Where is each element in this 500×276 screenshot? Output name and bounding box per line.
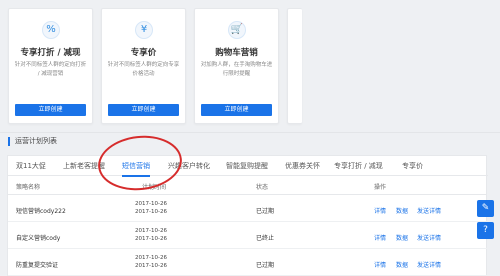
table-row: 自定义营销cody 2017-10-26 2017-10-26 已终止 详情 数… xyxy=(8,223,488,249)
send-detail-link[interactable]: 发送详情 xyxy=(417,206,441,215)
data-link[interactable]: 数据 xyxy=(396,206,408,215)
edit-icon[interactable]: ✎ xyxy=(477,200,494,217)
detail-link[interactable]: 详情 xyxy=(374,233,386,242)
row-name: 自定义营销cody xyxy=(16,235,61,242)
tab-double11[interactable]: 双11大促 xyxy=(16,156,46,176)
row-time-start: 2017-10-26 xyxy=(135,228,167,234)
row-status: 已过期 xyxy=(256,262,275,269)
card-cart-marketing: 🛒 购物车营销 对加购人群，在手淘购物车进行限时提醒 立即创建 xyxy=(194,8,279,124)
table-row: 短信营销cody222 2017-10-26 2017-10-26 已过期 详情… xyxy=(8,196,488,222)
tab-interest-conversion[interactable]: 兴趣客户转化 xyxy=(168,156,210,176)
column-header-time: 计划时间 xyxy=(142,184,167,191)
help-icon[interactable]: ? xyxy=(477,222,494,239)
column-header-status: 状态 xyxy=(256,184,269,191)
data-link[interactable]: 数据 xyxy=(396,233,408,242)
detail-link[interactable]: 详情 xyxy=(374,206,386,215)
card-exclusive-price: ¥ 专享价 针对不同标签人群的定向专享价格活动 立即创建 xyxy=(101,8,186,124)
card-title: 专享价 xyxy=(130,48,157,58)
card-title: 购物车营销 xyxy=(215,48,258,58)
header-divider xyxy=(8,194,486,195)
tab-sms-marketing[interactable]: 短信营销 xyxy=(122,156,150,177)
card-description: 对加购人群，在手淘购物车进行限时提醒 xyxy=(200,62,273,77)
row-name: 防重复提交验证 xyxy=(16,262,59,269)
row-time-end: 2017-10-26 xyxy=(135,263,167,269)
tab-bar: 双11大促 上新老客提醒 短信营销 兴趣客户转化 智能复购提醒 优惠券关怀 专享… xyxy=(8,156,488,177)
card-partial xyxy=(287,8,302,124)
card-title: 专享打折 / 减现 xyxy=(20,48,81,58)
table-row: 防重复提交验证 2017-10-26 2017-10-26 已过期 详情 数据 … xyxy=(8,250,488,276)
row-time-start: 2017-10-26 xyxy=(135,201,167,207)
column-header-actions: 操作 xyxy=(374,184,387,191)
send-detail-link[interactable]: 发送详情 xyxy=(417,233,441,242)
card-exclusive-discount: % 专享打折 / 减现 针对不同标签人群的定向打折 / 减现营销 立即创建 xyxy=(8,8,93,124)
row-time-end: 2017-10-26 xyxy=(135,236,167,242)
strategy-cards: % 专享打折 / 减现 针对不同标签人群的定向打折 / 减现营销 立即创建 ¥ … xyxy=(8,8,500,124)
tab-exclusive-price[interactable]: 专享价 xyxy=(402,156,423,176)
tab-new-arrival-reminder[interactable]: 上新老客提醒 xyxy=(63,156,105,176)
row-time-start: 2017-10-26 xyxy=(135,255,167,261)
row-status: 已终止 xyxy=(256,235,275,242)
percent-icon: % xyxy=(42,21,60,39)
tab-smart-repurchase[interactable]: 智能复购提醒 xyxy=(226,156,268,176)
row-name: 短信营销cody222 xyxy=(16,208,66,215)
section-title: 运营计划列表 xyxy=(8,137,57,146)
detail-link[interactable]: 详情 xyxy=(374,260,386,269)
card-description: 针对不同标签人群的定向打折 / 减现营销 xyxy=(14,62,87,77)
create-button[interactable]: 立即创建 xyxy=(15,104,86,116)
tab-coupon-care[interactable]: 优惠券关怀 xyxy=(285,156,320,176)
data-link[interactable]: 数据 xyxy=(396,260,408,269)
column-header-name: 策略名称 xyxy=(16,184,41,191)
row-time-end: 2017-10-26 xyxy=(135,209,167,215)
divider xyxy=(0,132,500,133)
send-detail-link[interactable]: 发送详情 xyxy=(417,260,441,269)
create-button[interactable]: 立即创建 xyxy=(201,104,272,116)
yen-icon: ¥ xyxy=(135,21,153,39)
row-status: 已过期 xyxy=(256,208,275,215)
plan-list-panel: 双11大促 上新老客提醒 短信营销 兴趣客户转化 智能复购提醒 优惠券关怀 专享… xyxy=(7,155,488,276)
card-description: 针对不同标签人群的定向专享价格活动 xyxy=(107,62,180,77)
tab-exclusive-discount[interactable]: 专享打折 / 减现 xyxy=(334,156,383,176)
cart-icon: 🛒 xyxy=(228,21,246,39)
create-button[interactable]: 立即创建 xyxy=(108,104,179,116)
